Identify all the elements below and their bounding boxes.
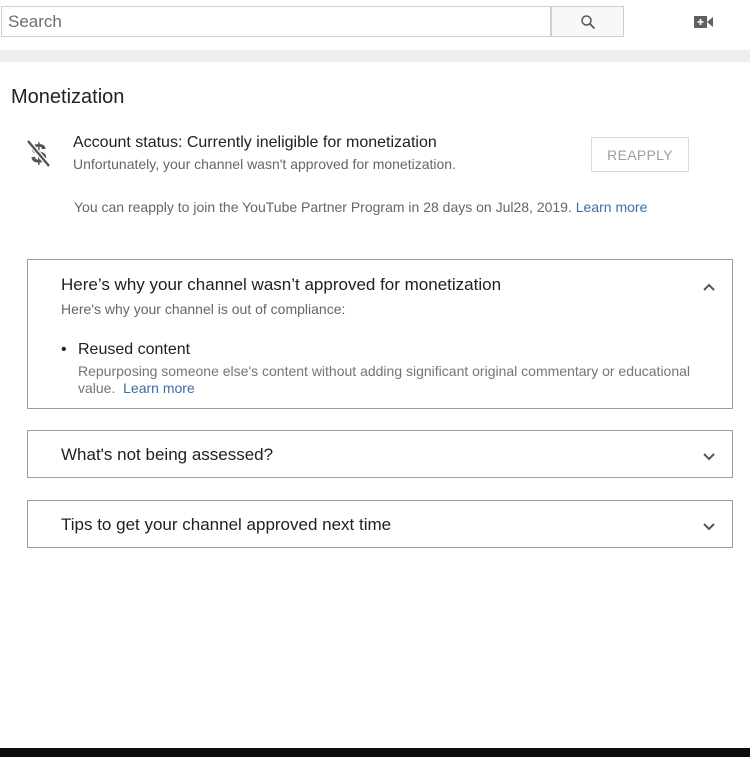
video-camera-add-icon[interactable] [692, 12, 716, 32]
bullet-icon: • [61, 341, 67, 358]
search-button[interactable] [551, 6, 624, 37]
panel-title[interactable]: Tips to get your channel approved next t… [61, 515, 391, 535]
reason-label: Reused content [78, 341, 191, 358]
panel-not-assessed[interactable]: What's not being assessed? [27, 430, 733, 478]
panel-subtitle: Here's why your channel is out of compli… [61, 301, 346, 317]
chevron-down-icon[interactable] [701, 449, 717, 465]
page-title: Monetization [11, 86, 125, 108]
no-money-icon: $ [25, 137, 53, 169]
panel-title[interactable]: What's not being assessed? [61, 445, 273, 465]
reason-learn-more-link[interactable]: Learn more [123, 380, 195, 396]
chevron-up-icon[interactable] [701, 279, 717, 295]
search-box[interactable] [1, 6, 551, 37]
panel-title[interactable]: Here’s why your channel wasn’t approved … [61, 275, 501, 295]
panel-tips[interactable]: Tips to get your channel approved next t… [27, 500, 733, 548]
panel-not-approved-reasons: Here’s why your channel wasn’t approved … [27, 259, 733, 409]
chevron-down-icon[interactable] [701, 519, 717, 535]
search-icon [580, 14, 595, 29]
reapply-note-text: You can reapply to join the YouTube Part… [74, 199, 572, 215]
search-input[interactable] [2, 7, 550, 36]
reapply-note: You can reapply to join the YouTube Part… [74, 199, 647, 215]
account-status-title: Account status: Currently ineligible for… [73, 134, 437, 151]
bottom-bar [0, 748, 750, 757]
header-divider [0, 50, 750, 62]
account-status-description: Unfortunately, your channel wasn't appro… [73, 156, 456, 172]
reapply-button[interactable]: REAPPLY [591, 137, 689, 172]
learn-more-link[interactable]: Learn more [576, 199, 648, 215]
top-bar [0, 0, 750, 50]
reason-description: Repurposing someone else's content witho… [78, 363, 718, 397]
